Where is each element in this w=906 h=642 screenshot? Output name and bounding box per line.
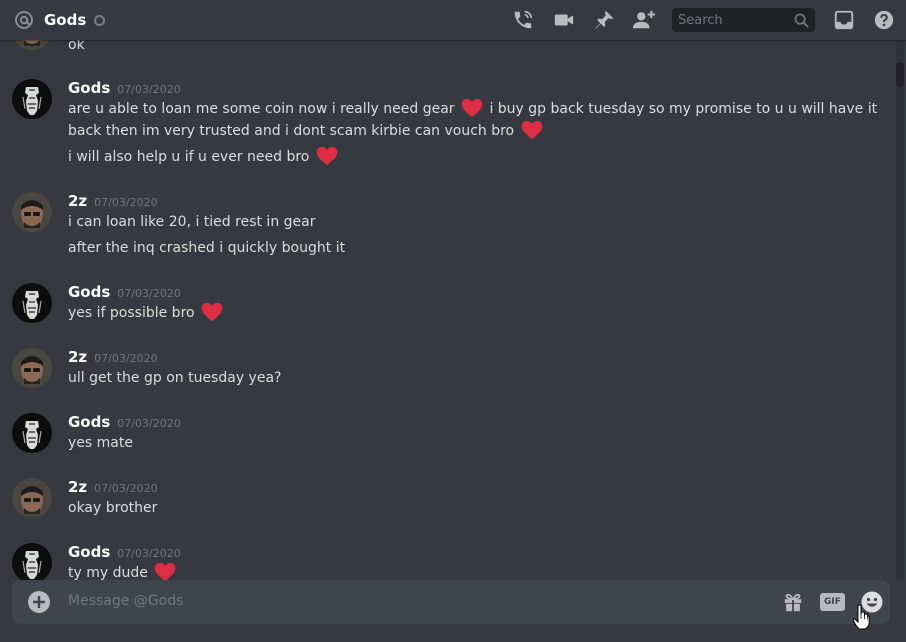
message-text: okay brother — [68, 500, 158, 516]
author-name[interactable]: Gods — [68, 543, 110, 561]
gift-icon[interactable] — [782, 591, 804, 613]
author-name[interactable]: Gods — [68, 283, 110, 301]
timestamp: 07/03/2020 — [117, 417, 181, 430]
message-text: yes mate — [68, 435, 133, 451]
hand-cursor-icon — [852, 604, 870, 630]
message-text: ok — [68, 40, 85, 53]
help-icon[interactable] — [872, 8, 896, 32]
message-text: back then im very trusted and i dont sca… — [68, 120, 545, 142]
heart-emoji-icon — [461, 98, 483, 118]
search-input[interactable]: Search — [672, 8, 815, 32]
timestamp: 07/03/2020 — [94, 196, 158, 209]
search-placeholder: Search — [678, 12, 723, 28]
scrollbar-track[interactable] — [896, 40, 904, 580]
channel-header: Gods Search — [0, 0, 906, 40]
gif-icon[interactable]: GIF — [820, 593, 845, 611]
video-icon[interactable] — [552, 8, 576, 32]
channel-title: Gods — [44, 11, 87, 29]
message-text: ull get the gp on tuesday yea? — [68, 370, 282, 386]
add-friend-icon[interactable] — [632, 8, 656, 32]
avatar[interactable] — [12, 79, 52, 119]
message-text: are u able to loan me some coin now i re… — [68, 98, 877, 120]
author-name[interactable]: 2z — [68, 478, 87, 496]
avatar[interactable] — [12, 413, 52, 453]
avatar[interactable] — [12, 478, 52, 518]
inbox-icon[interactable] — [832, 8, 856, 32]
avatar[interactable] — [12, 192, 52, 232]
author-name[interactable]: Gods — [68, 79, 110, 97]
status-icon — [94, 14, 106, 26]
heart-emoji-icon — [521, 120, 543, 140]
search-icon — [794, 13, 809, 28]
timestamp: 07/03/2020 — [117, 547, 181, 560]
message-composer: Message @Gods GIF — [12, 580, 890, 624]
header-toolbar: Search — [511, 0, 906, 40]
timestamp: 07/03/2020 — [94, 352, 158, 365]
author-name[interactable]: 2z — [68, 348, 87, 366]
message-text: after the inq crashed i quickly bought i… — [68, 240, 346, 256]
timestamp: 07/03/2020 — [117, 287, 181, 300]
avatar[interactable] — [12, 40, 52, 50]
avatar[interactable] — [12, 348, 52, 388]
message-text: ty my dude — [68, 562, 178, 580]
author-name[interactable]: 2z — [68, 192, 87, 210]
message-text: i will also help u if u ever need bro — [68, 146, 340, 168]
pin-icon[interactable] — [592, 8, 616, 32]
heart-emoji-icon — [201, 302, 223, 322]
call-icon[interactable] — [511, 8, 535, 32]
at-icon — [14, 10, 34, 30]
heart-emoji-icon — [316, 146, 338, 166]
message-input[interactable]: Message @Gods — [68, 593, 183, 609]
scrollbar-thumb[interactable] — [896, 62, 904, 87]
heart-emoji-icon — [154, 562, 176, 580]
message-text: i can loan like 20, i tied rest in gear — [68, 214, 316, 230]
timestamp: 07/03/2020 — [117, 83, 181, 96]
message-text: yes if possible bro — [68, 302, 225, 324]
avatar[interactable] — [12, 283, 52, 323]
add-attachment-icon[interactable] — [28, 591, 50, 613]
avatar[interactable] — [12, 543, 52, 580]
message-list: ok Gods 07/03/2020 are u able to loan me… — [0, 40, 890, 580]
author-name[interactable]: Gods — [68, 413, 110, 431]
timestamp: 07/03/2020 — [94, 482, 158, 495]
